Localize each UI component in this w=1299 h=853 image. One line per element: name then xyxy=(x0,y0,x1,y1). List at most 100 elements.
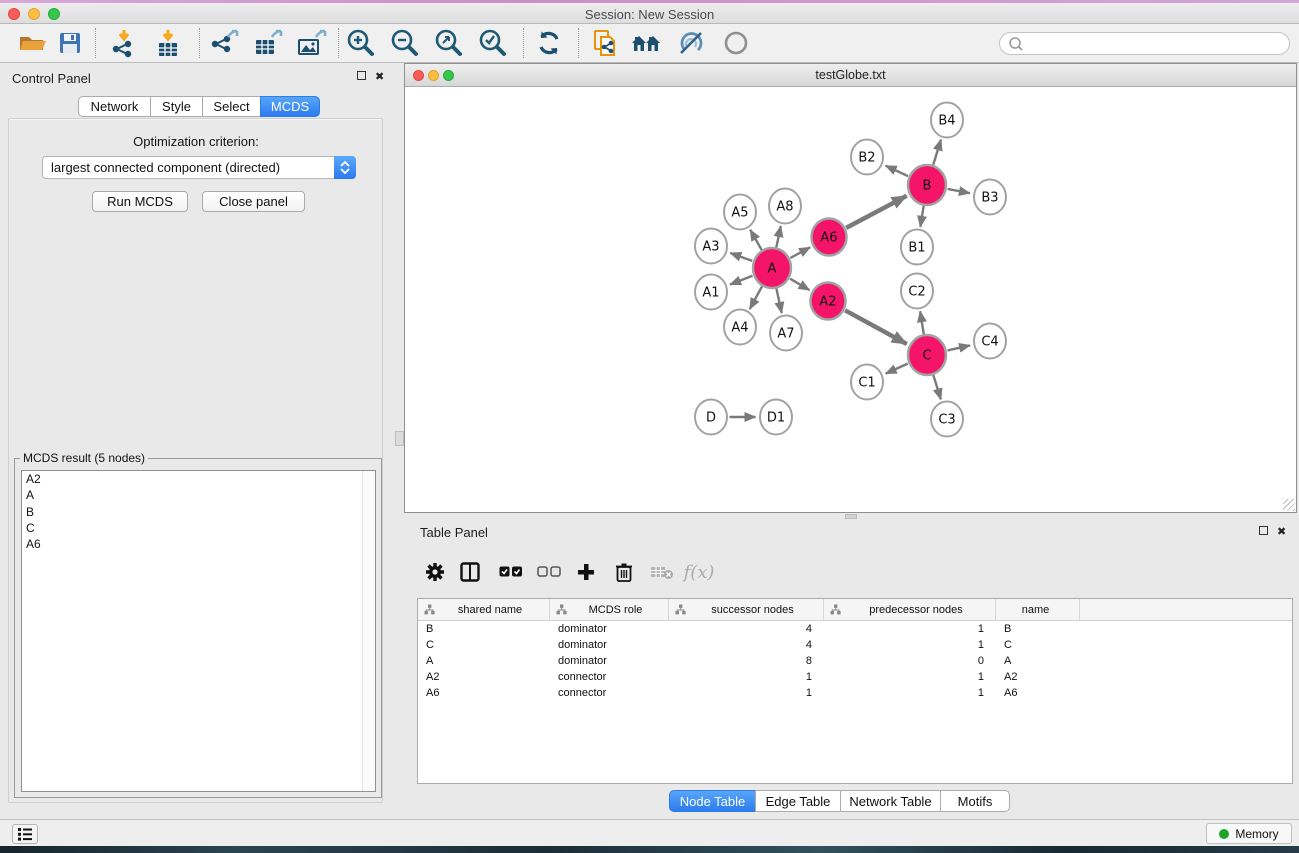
close-window-button[interactable] xyxy=(8,8,20,20)
minimize-window-button[interactable] xyxy=(28,8,40,20)
criterion-dropdown[interactable]: largest connected component (directed) xyxy=(42,156,356,179)
delete-table-button[interactable] xyxy=(646,556,678,588)
column-visibility-button[interactable] xyxy=(454,556,486,588)
graph-edge-A6-B[interactable] xyxy=(846,196,907,228)
resize-grip[interactable] xyxy=(1283,499,1295,511)
control-panel-float-button[interactable] xyxy=(357,71,366,84)
search-input[interactable] xyxy=(1032,37,1289,51)
graph-edge-A2-C[interactable] xyxy=(845,310,907,344)
tab-style[interactable]: Style xyxy=(150,96,203,117)
import-table-button[interactable] xyxy=(150,27,186,59)
export-table-button[interactable] xyxy=(250,27,286,59)
table-cell: C xyxy=(996,637,1080,653)
table-panel-close-button[interactable]: ✖ xyxy=(1277,526,1286,539)
select-all-button[interactable] xyxy=(495,556,527,588)
task-history-button[interactable] xyxy=(12,824,38,844)
graph-edge-C-C2[interactable] xyxy=(920,311,924,334)
tab-node-table[interactable]: Node Table xyxy=(669,790,756,812)
home-view-button[interactable] xyxy=(629,27,665,59)
memory-button[interactable]: Memory xyxy=(1206,823,1292,844)
table-panel-float-button[interactable] xyxy=(1259,526,1268,539)
zoom-fit-icon xyxy=(434,28,464,58)
zoom-out-button[interactable] xyxy=(387,27,423,59)
graph-edge-C-C3[interactable] xyxy=(933,375,941,399)
graph-edge-A-A1[interactable] xyxy=(730,276,752,285)
mcds-result-item[interactable]: A6 xyxy=(22,536,375,552)
deselect-all-button[interactable] xyxy=(533,556,565,588)
export-network-button[interactable] xyxy=(208,27,244,59)
app-titlebar: Session: New Session xyxy=(0,3,1299,24)
zoom-selected-button[interactable] xyxy=(475,27,511,59)
export-image-button[interactable] xyxy=(293,27,329,59)
mcds-result-item[interactable]: C xyxy=(22,520,375,536)
add-row-button[interactable] xyxy=(570,556,602,588)
tab-network[interactable]: Network xyxy=(78,96,151,117)
horizontal-splitter-handle[interactable] xyxy=(845,514,857,519)
graph-edge-A-A8[interactable] xyxy=(776,226,781,247)
graph-edge-B-B2[interactable] xyxy=(886,166,908,176)
graph-edge-A-A5[interactable] xyxy=(750,230,761,250)
graph-node-label: A1 xyxy=(702,286,719,301)
graph-edge-B-B1[interactable] xyxy=(920,206,923,227)
network-minimize-button[interactable] xyxy=(428,70,439,81)
column-header-name[interactable]: name xyxy=(996,599,1080,620)
table-row[interactable]: A6connector11A6 xyxy=(418,685,1292,701)
zoom-fit-button[interactable] xyxy=(431,27,467,59)
clone-network-button[interactable] xyxy=(587,27,623,59)
close-panel-button[interactable]: Close panel xyxy=(202,191,305,212)
graph-edge-A-A7[interactable] xyxy=(776,289,781,314)
network-close-button[interactable] xyxy=(413,70,424,81)
show-graphics-details-button[interactable] xyxy=(718,27,754,59)
network-canvas[interactable]: B4B2BB3A5A8A6A3B1AA1C2A2A4A7C4CC1C3DD1 xyxy=(405,88,1296,512)
tab-mcds[interactable]: MCDS xyxy=(260,96,320,117)
search-field[interactable] xyxy=(999,32,1290,55)
graph-edge-B-B4[interactable] xyxy=(933,140,941,165)
save-session-button[interactable] xyxy=(52,27,88,59)
graph-node-label: D xyxy=(706,411,716,426)
control-panel-title: Control Panel xyxy=(12,71,91,86)
table-row[interactable]: Adominator80A xyxy=(418,653,1292,669)
graph-edge-C-C1[interactable] xyxy=(886,364,908,374)
column-header-predecessor-nodes[interactable]: predecessor nodes xyxy=(824,599,996,620)
mcds-result-item[interactable]: A xyxy=(22,487,375,503)
control-panel-close-button[interactable]: ✖ xyxy=(375,71,384,84)
mcds-result-scrollbar[interactable] xyxy=(362,471,375,791)
import-table-icon xyxy=(153,28,183,58)
zoom-window-button[interactable] xyxy=(48,8,60,20)
graph-edge-B-B3[interactable] xyxy=(948,189,970,193)
network-zoom-button[interactable] xyxy=(443,70,454,81)
delete-row-button[interactable] xyxy=(608,556,640,588)
settings-gear-button[interactable] xyxy=(419,556,451,588)
table-cell: 8 xyxy=(669,653,824,669)
table-row[interactable]: A2connector11A2 xyxy=(418,669,1292,685)
graph-node-label: C xyxy=(922,349,931,364)
import-network-button[interactable] xyxy=(106,27,142,59)
tab-edge-table[interactable]: Edge Table xyxy=(755,790,841,812)
column-header-successor-nodes[interactable]: successor nodes xyxy=(669,599,824,620)
column-header-MCDS-role[interactable]: MCDS role xyxy=(550,599,669,620)
zoom-in-button[interactable] xyxy=(343,27,379,59)
hide-graphics-details-button[interactable] xyxy=(673,27,709,59)
graph-node-label: D1 xyxy=(767,411,785,426)
graph-edge-A-A6[interactable] xyxy=(790,247,810,258)
refresh-layout-button[interactable] xyxy=(531,27,567,59)
tab-select[interactable]: Select xyxy=(202,96,261,117)
open-session-button[interactable] xyxy=(14,27,50,59)
column-header-shared-name[interactable]: shared name xyxy=(418,599,550,620)
graph-edge-A-A3[interactable] xyxy=(730,253,752,261)
table-row[interactable]: Cdominator41C xyxy=(418,637,1292,653)
graph-edge-A-A4[interactable] xyxy=(750,287,762,310)
function-builder-button[interactable]: f(x) xyxy=(683,556,715,588)
graph-edge-A-A2[interactable] xyxy=(790,279,809,290)
tab-motifs[interactable]: Motifs xyxy=(940,790,1010,812)
table-row[interactable]: Bdominator41B xyxy=(418,621,1292,637)
tab-network-table[interactable]: Network Table xyxy=(840,790,941,812)
mcds-result-item[interactable]: A2 xyxy=(22,471,375,487)
toolbar-separator xyxy=(338,28,339,58)
graph-edge-C-C4[interactable] xyxy=(948,345,971,350)
run-mcds-button[interactable]: Run MCDS xyxy=(92,191,188,212)
vertical-splitter-handle[interactable] xyxy=(395,431,404,446)
node-table-header: shared nameMCDS rolesuccessor nodesprede… xyxy=(418,599,1292,621)
mcds-result-item[interactable]: B xyxy=(22,504,375,520)
trash-icon xyxy=(615,562,633,582)
